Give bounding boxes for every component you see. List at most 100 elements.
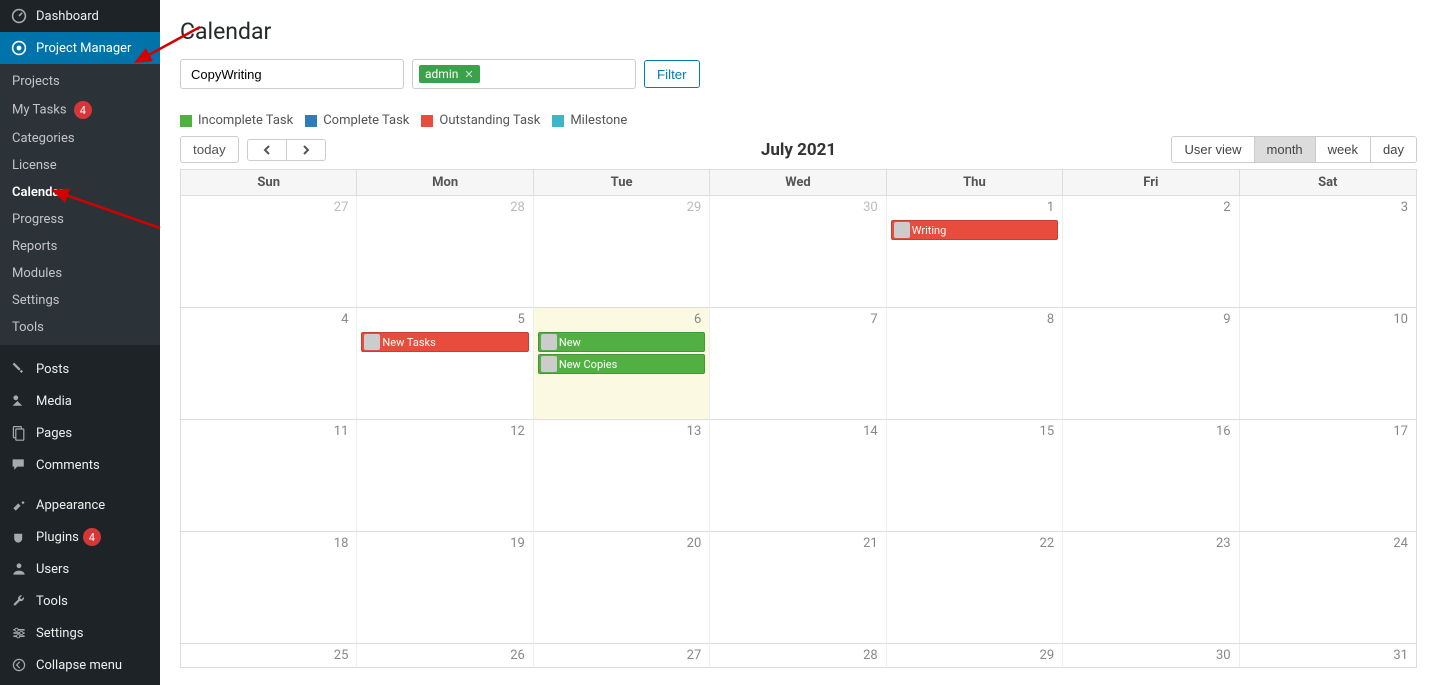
sidebar-item-posts[interactable]: Posts: [0, 353, 160, 385]
calendar-cell[interactable]: 13: [534, 420, 710, 532]
posts-icon: [10, 360, 28, 378]
calendar-cell[interactable]: 29: [887, 644, 1063, 668]
calendar-cell[interactable]: 1 Writing: [887, 196, 1063, 308]
event-new[interactable]: New: [538, 332, 705, 352]
calendar-cell[interactable]: 15: [887, 420, 1063, 532]
comments-icon: [10, 456, 28, 474]
my-tasks-badge: 4: [74, 101, 92, 119]
calendar-cell[interactable]: 28: [357, 196, 533, 308]
event-new-tasks[interactable]: New Tasks: [361, 332, 528, 352]
sub-license[interactable]: License: [0, 152, 160, 179]
calendar-week-row: 11 12 13 14 15 16 17: [181, 420, 1416, 532]
calendar-cell[interactable]: 20: [534, 532, 710, 644]
view-day[interactable]: day: [1370, 137, 1416, 162]
plugins-icon: [10, 528, 28, 546]
legend-color-red: [421, 115, 433, 127]
view-week[interactable]: week: [1315, 137, 1370, 162]
view-user[interactable]: User view: [1172, 137, 1253, 162]
sub-categories[interactable]: Categories: [0, 125, 160, 152]
sub-settings[interactable]: Settings: [0, 287, 160, 314]
sidebar-label: Comments: [36, 458, 100, 473]
calendar-week-row: 4 5 New Tasks 6 New New Copies 7 8 9 10: [181, 308, 1416, 420]
calendar-cell[interactable]: 8: [887, 308, 1063, 420]
filter-button[interactable]: Filter: [644, 60, 700, 88]
avatar-icon: [894, 222, 910, 238]
calendar-cell[interactable]: 31: [1240, 644, 1416, 668]
sidebar-label: Collapse menu: [36, 658, 122, 673]
tools-icon: [10, 592, 28, 610]
today-button[interactable]: today: [180, 136, 239, 163]
event-new-copies[interactable]: New Copies: [538, 354, 705, 374]
calendar-toolbar: today July 2021 User view month week day: [180, 136, 1417, 163]
users-icon: [10, 560, 28, 578]
calendar-week-row: 18 19 20 21 22 23 24: [181, 532, 1416, 644]
user-tag-chip[interactable]: admin ✕: [419, 65, 480, 83]
avatar-icon: [364, 334, 380, 350]
calendar-cell[interactable]: 11: [181, 420, 357, 532]
calendar-cell[interactable]: 3: [1240, 196, 1416, 308]
calendar-cell[interactable]: 21: [710, 532, 886, 644]
calendar-cell[interactable]: 12: [357, 420, 533, 532]
calendar-cell[interactable]: 5 New Tasks: [357, 308, 533, 420]
settings-icon: [10, 624, 28, 642]
event-writing[interactable]: Writing: [891, 220, 1058, 240]
calendar-cell[interactable]: 30: [1063, 644, 1239, 668]
sidebar-item-tools[interactable]: Tools: [0, 585, 160, 617]
calendar-cell[interactable]: 27: [181, 196, 357, 308]
calendar-cell[interactable]: 23: [1063, 532, 1239, 644]
sub-tools[interactable]: Tools: [0, 314, 160, 341]
sidebar-item-dashboard[interactable]: Dashboard: [0, 0, 160, 32]
calendar-week-row: 25 26 27 28 29 30 31: [181, 644, 1416, 668]
sidebar-item-appearance[interactable]: Appearance: [0, 489, 160, 521]
calendar-cell[interactable]: 22: [887, 532, 1063, 644]
sub-projects[interactable]: Projects: [0, 68, 160, 95]
sidebar-item-collapse[interactable]: Collapse menu: [0, 649, 160, 681]
calendar-cell[interactable]: 4: [181, 308, 357, 420]
calendar-cell[interactable]: 30: [710, 196, 886, 308]
next-button[interactable]: [287, 140, 325, 160]
calendar-cell[interactable]: 26: [357, 644, 533, 668]
calendar-cell[interactable]: 19: [357, 532, 533, 644]
legend-color-teal: [552, 115, 564, 127]
calendar-cell[interactable]: 18: [181, 532, 357, 644]
annotation-arrow: [55, 188, 165, 238]
user-tag-input[interactable]: admin ✕: [412, 59, 636, 89]
sidebar-label: Appearance: [36, 498, 105, 513]
calendar-cell[interactable]: 24: [1240, 532, 1416, 644]
calendar-cell[interactable]: 14: [710, 420, 886, 532]
view-month[interactable]: month: [1254, 137, 1315, 162]
sidebar-item-users[interactable]: Users: [0, 553, 160, 585]
calendar-cell[interactable]: 25: [181, 644, 357, 668]
prev-button[interactable]: [248, 140, 287, 160]
sidebar-item-comments[interactable]: Comments: [0, 449, 160, 481]
sidebar-item-media[interactable]: Media: [0, 385, 160, 417]
calendar-cell[interactable]: 16: [1063, 420, 1239, 532]
calendar-cell[interactable]: 29: [534, 196, 710, 308]
project-select-input[interactable]: [180, 59, 404, 89]
calendar-cell[interactable]: 28: [710, 644, 886, 668]
sidebar-item-settings[interactable]: Settings: [0, 617, 160, 649]
sub-modules[interactable]: Modules: [0, 260, 160, 287]
calendar-cell[interactable]: 10: [1240, 308, 1416, 420]
calendar-cell[interactable]: 7: [710, 308, 886, 420]
calendar-cell[interactable]: 17: [1240, 420, 1416, 532]
sidebar-item-pages[interactable]: Pages: [0, 417, 160, 449]
calendar-cell-today[interactable]: 6 New New Copies: [534, 308, 710, 420]
calendar-header-row: Sun Mon Tue Wed Thu Fri Sat: [181, 170, 1416, 196]
calendar-grid: Sun Mon Tue Wed Thu Fri Sat 27 28 29 30 …: [180, 169, 1417, 668]
page-title: Calendar: [180, 18, 1417, 45]
sidebar-item-project-manager[interactable]: Project Manager: [0, 32, 160, 64]
filter-bar: admin ✕ Filter: [180, 59, 1417, 89]
view-switch: User view month week day: [1171, 136, 1417, 163]
sidebar-label: Project Manager: [36, 41, 131, 56]
calendar-cell[interactable]: 9: [1063, 308, 1239, 420]
sidebar-item-plugins[interactable]: Plugins 4: [0, 521, 160, 553]
remove-tag-icon[interactable]: ✕: [464, 68, 473, 81]
calendar-cell[interactable]: 27: [534, 644, 710, 668]
legend-milestone: Milestone: [552, 113, 627, 128]
legend-color-blue: [305, 115, 317, 127]
sidebar-label: Pages: [36, 426, 72, 441]
calendar-cell[interactable]: 2: [1063, 196, 1239, 308]
sub-my-tasks[interactable]: My Tasks 4: [0, 95, 160, 125]
pages-icon: [10, 424, 28, 442]
